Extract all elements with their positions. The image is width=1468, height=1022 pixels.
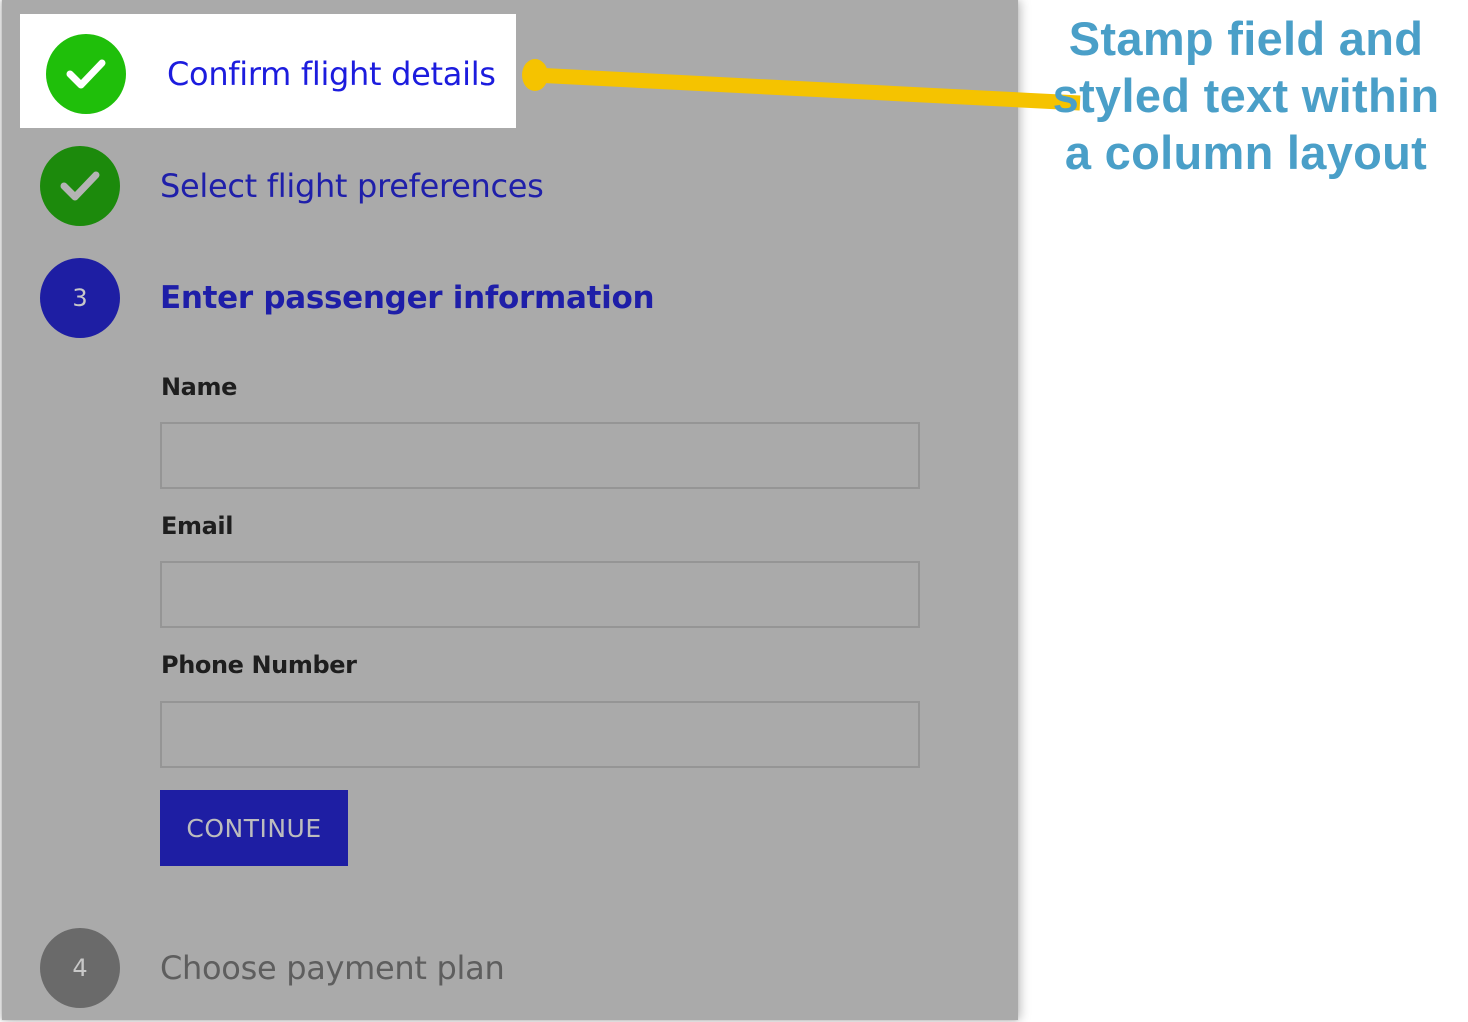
annotation-text: Stamp field and styled text within a col… (1052, 12, 1440, 179)
name-input[interactable] (160, 422, 920, 489)
phone-number-label: Phone Number (161, 651, 357, 679)
step-choose-payment-plan[interactable]: 4 Choose payment plan (40, 928, 505, 1008)
email-input[interactable] (160, 561, 920, 628)
stepper-panel: Confirm flight details Select flight pre… (2, 0, 1018, 1020)
step-1-label: Confirm flight details (167, 55, 496, 93)
phone-number-input[interactable] (160, 701, 920, 768)
step-enter-passenger-information[interactable]: 3 Enter passenger information (40, 258, 655, 338)
step-confirm-flight-details[interactable]: Confirm flight details (46, 34, 496, 114)
step-4-number: 4 (72, 954, 88, 982)
step-2-indicator (40, 146, 120, 226)
check-icon (60, 171, 100, 201)
step-2-label: Select flight preferences (160, 167, 544, 205)
step-select-flight-preferences[interactable]: Select flight preferences (40, 146, 544, 226)
step-4-label: Choose payment plan (160, 949, 505, 987)
check-icon (66, 59, 106, 89)
step-1-indicator (46, 34, 126, 114)
step-3-indicator: 3 (40, 258, 120, 338)
email-label: Email (161, 512, 234, 540)
name-label: Name (161, 373, 237, 401)
step-3-label: Enter passenger information (160, 280, 655, 316)
step-3-number: 3 (72, 284, 88, 312)
continue-button[interactable]: CONTINUE (160, 790, 348, 866)
step-4-indicator: 4 (40, 928, 120, 1008)
